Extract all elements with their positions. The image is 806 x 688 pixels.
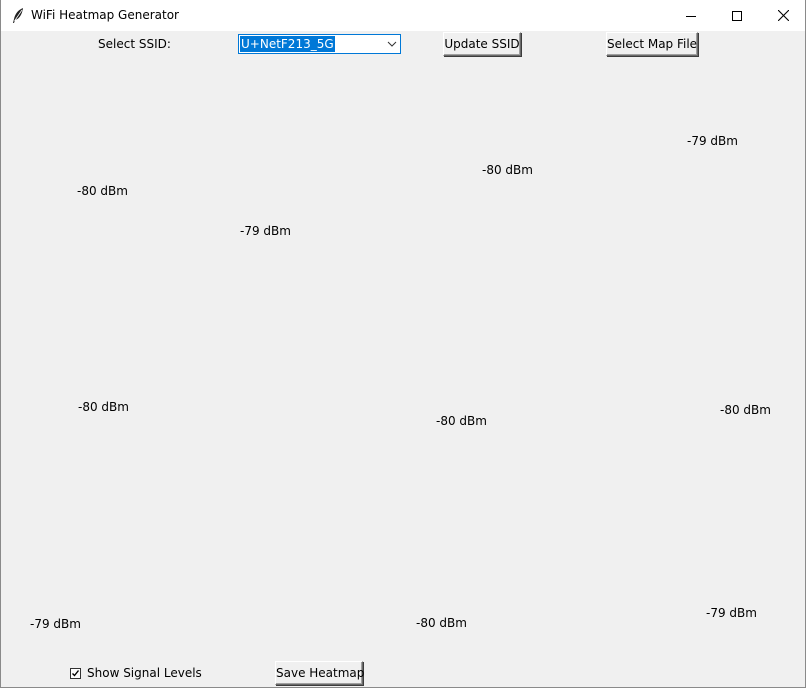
chevron-down-icon bbox=[387, 41, 397, 47]
signal-level-label: -80 dBm bbox=[482, 163, 533, 177]
signal-level-label: -80 dBm bbox=[436, 414, 487, 428]
signal-level-label: -79 dBm bbox=[30, 617, 81, 631]
minimize-icon bbox=[686, 15, 696, 17]
signal-level-label: -80 dBm bbox=[416, 616, 467, 630]
signal-level-label: -80 dBm bbox=[78, 400, 129, 414]
close-button[interactable] bbox=[760, 0, 806, 31]
signal-level-label: -79 dBm bbox=[687, 134, 738, 148]
ssid-selected-value: U+NetF213_5G bbox=[240, 36, 335, 52]
select-map-file-button[interactable]: Select Map File bbox=[606, 32, 698, 56]
app-window: WiFi Heatmap Generator Select SSID: U+Ne… bbox=[0, 0, 806, 688]
show-signal-levels-toggle[interactable]: Show Signal Levels bbox=[70, 666, 202, 680]
update-ssid-button[interactable]: Update SSID bbox=[443, 32, 521, 56]
signal-level-label: -80 dBm bbox=[77, 184, 128, 198]
save-heatmap-button[interactable]: Save Heatmap bbox=[275, 661, 364, 685]
minimize-button[interactable] bbox=[668, 0, 714, 31]
checkmark-icon bbox=[72, 669, 80, 677]
signal-level-label: -79 dBm bbox=[706, 606, 757, 620]
ssid-select[interactable]: U+NetF213_5G bbox=[238, 34, 401, 54]
signal-level-label: -79 dBm bbox=[240, 224, 291, 238]
feather-icon bbox=[13, 8, 23, 23]
show-signal-levels-checkbox[interactable] bbox=[70, 667, 81, 679]
window-title: WiFi Heatmap Generator bbox=[31, 8, 179, 22]
maximize-button[interactable] bbox=[714, 0, 760, 31]
signal-level-label: -80 dBm bbox=[720, 403, 771, 417]
close-icon bbox=[777, 10, 789, 21]
maximize-icon bbox=[732, 10, 742, 21]
show-signal-levels-label: Show Signal Levels bbox=[87, 666, 202, 680]
ssid-label: Select SSID: bbox=[98, 37, 171, 51]
title-bar[interactable]: WiFi Heatmap Generator bbox=[1, 0, 805, 31]
